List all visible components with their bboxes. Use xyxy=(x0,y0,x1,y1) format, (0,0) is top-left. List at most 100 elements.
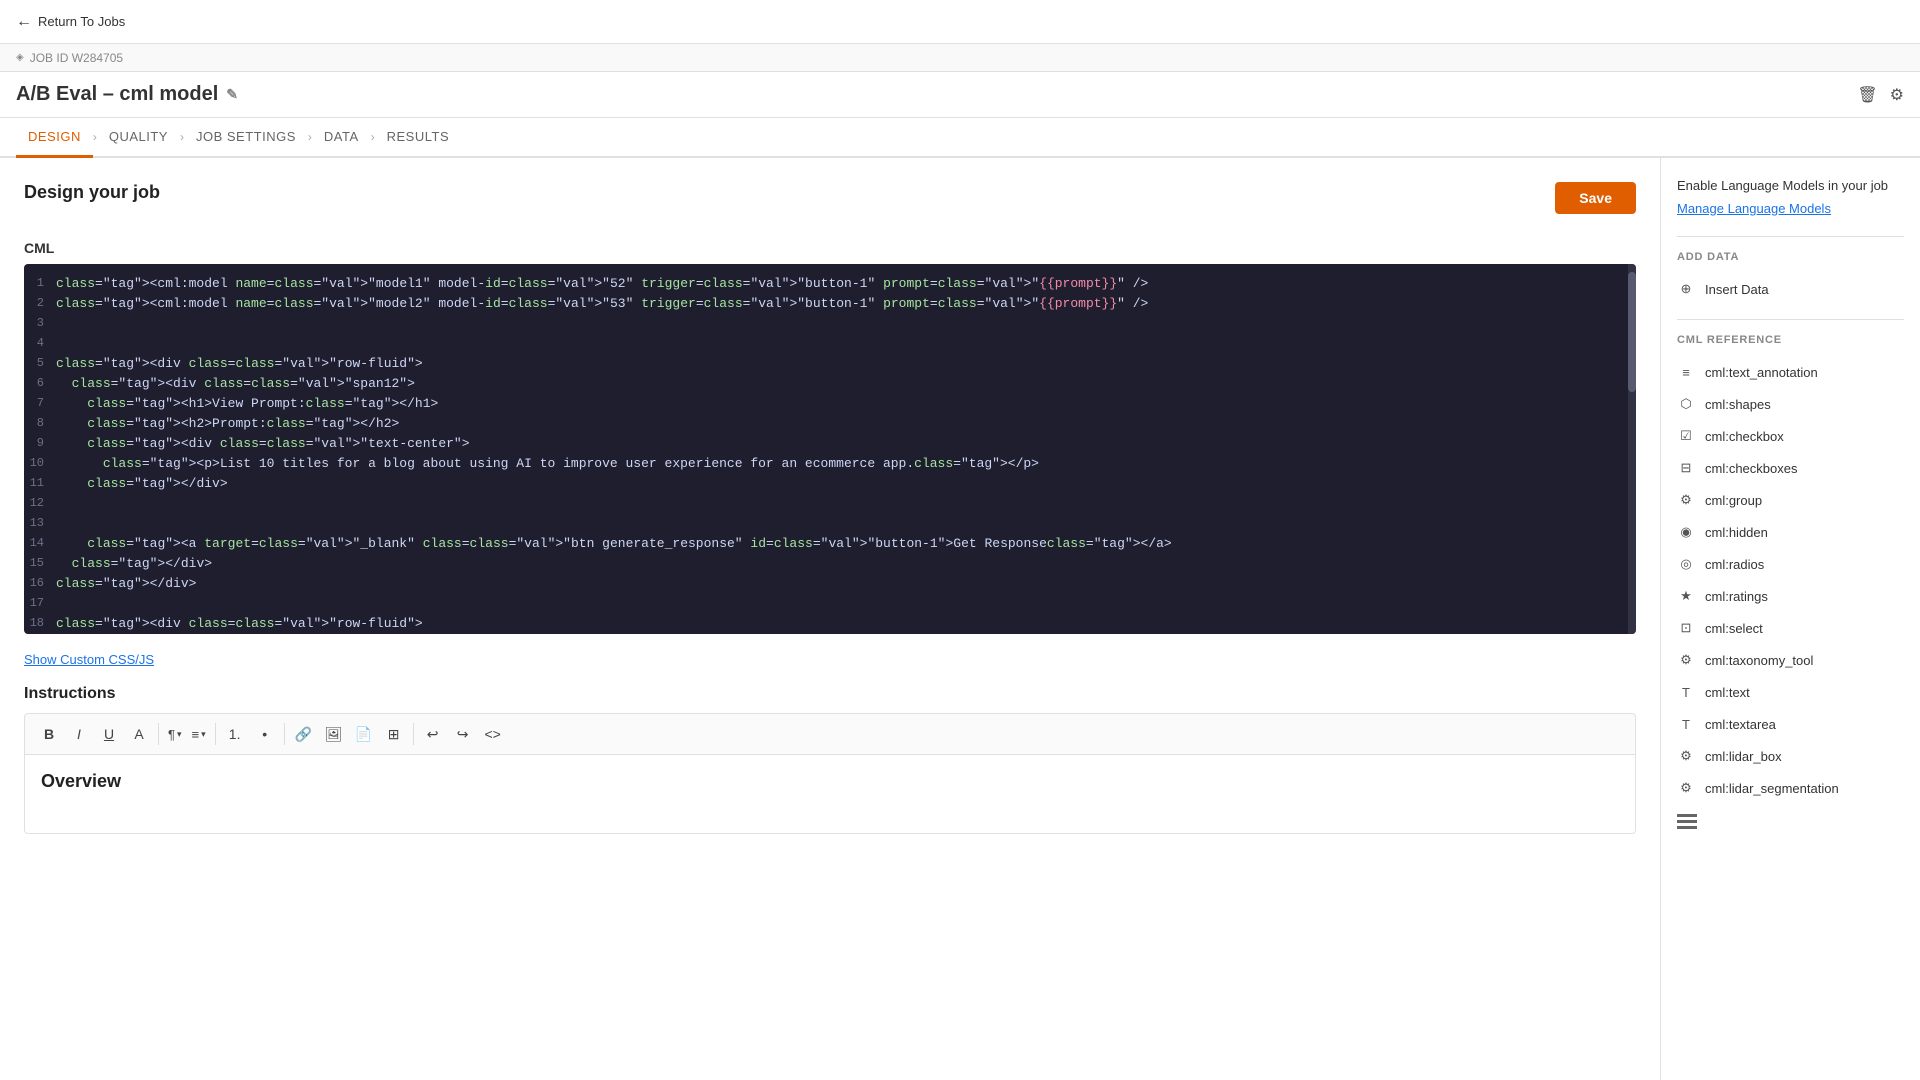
cml-ref-text[interactable]: Tcml:text xyxy=(1677,676,1904,708)
paragraph-dropdown[interactable]: ¶ ▾ xyxy=(164,720,186,748)
code-line: 14 class="tag"><a target=class="val">"_b… xyxy=(24,536,1636,556)
cml-ref-ratings[interactable]: ★cml:ratings xyxy=(1677,580,1904,612)
cml-ref-checkboxes-icon: ⊟ xyxy=(1677,459,1695,477)
line-number: 2 xyxy=(24,296,56,310)
bold-button[interactable]: B xyxy=(35,720,63,748)
underline-button[interactable]: U xyxy=(95,720,123,748)
manage-lm-link[interactable]: Manage Language Models xyxy=(1677,201,1904,216)
code-line: 10 class="tag"><p>List 10 titles for a b… xyxy=(24,456,1636,476)
cml-ref-group[interactable]: ⚙cml:group xyxy=(1677,484,1904,516)
tab-results[interactable]: RESULTS xyxy=(375,118,462,158)
job-id-label: JOB ID W284705 xyxy=(30,51,123,65)
save-button[interactable]: Save xyxy=(1555,182,1636,214)
align-dropdown[interactable]: ≡ ▾ xyxy=(188,720,210,748)
code-button[interactable]: <> xyxy=(479,720,507,748)
cml-ref-select-label: cml:select xyxy=(1705,621,1763,636)
line-content: class="tag"></div> xyxy=(56,576,1636,591)
cml-ref-radios[interactable]: ◎cml:radios xyxy=(1677,548,1904,580)
tab-design[interactable]: DESIGN xyxy=(16,118,93,158)
rich-text-content[interactable]: Overview xyxy=(24,754,1636,834)
undo-button[interactable]: ↩ xyxy=(419,720,447,748)
redo-button[interactable]: ↪ xyxy=(449,720,477,748)
line-content xyxy=(56,336,1636,351)
code-line: 7 class="tag"><h1>View Prompt:class="tag… xyxy=(24,396,1636,416)
cml-ref-shapes-label: cml:shapes xyxy=(1705,397,1771,412)
custom-css-link[interactable]: Show Custom CSS/JS xyxy=(24,652,1636,667)
line-content xyxy=(56,596,1636,611)
edit-title-icon[interactable]: ✎ xyxy=(226,86,238,103)
line-content xyxy=(56,316,1636,331)
cml-ref-textarea-icon: T xyxy=(1677,715,1695,733)
title-bar: A/B Eval – cml model ✎ 🗑 ⚙ xyxy=(0,72,1920,118)
toolbar-sep-1 xyxy=(158,723,159,745)
code-line: 5class="tag"><div class=class="val">"row… xyxy=(24,356,1636,376)
line-number: 3 xyxy=(24,316,56,330)
cml-ref-shapes[interactable]: ⬡cml:shapes xyxy=(1677,388,1904,420)
cml-ref-text-icon: T xyxy=(1677,683,1695,701)
insert-data-item[interactable]: ⊕ Insert Data xyxy=(1677,273,1904,305)
scrollbar-track[interactable] xyxy=(1628,264,1636,634)
line-content: class="tag"><p>List 10 titles for a blog… xyxy=(56,456,1636,471)
italic-button[interactable]: I xyxy=(65,720,93,748)
ordered-list-button[interactable]: 1. xyxy=(221,720,249,748)
line-content: class="tag"><div class=class="val">"row-… xyxy=(56,616,1636,631)
cml-ref-lidar_box[interactable]: ⚙cml:lidar_box xyxy=(1677,740,1904,772)
line-content: class="tag"></div> xyxy=(56,556,1636,571)
toolbar-sep-4 xyxy=(413,723,414,745)
cml-ref-checkbox[interactable]: ☑cml:checkbox xyxy=(1677,420,1904,452)
code-editor-inner[interactable]: 1class="tag"><cml:model name=class="val"… xyxy=(24,264,1636,634)
line-content: class="tag"><div class=class="val">"row-… xyxy=(56,356,1636,371)
unordered-list-button[interactable]: • xyxy=(251,720,279,748)
cml-ref-taxonomy_tool[interactable]: ⚙ cml:taxonomy_tool xyxy=(1677,644,1904,676)
link-button[interactable]: 🔗 xyxy=(290,720,318,748)
image-button[interactable]: 🖼 xyxy=(320,720,348,748)
line-content: class="tag"></div> xyxy=(56,476,1636,491)
job-id-bar: ◈ JOB ID W284705 xyxy=(0,44,1920,72)
cml-ref-select[interactable]: ⊡cml:select xyxy=(1677,612,1904,644)
tab-job-settings[interactable]: JOB SETTINGS xyxy=(184,118,308,158)
line-content: class="tag"><div class=class="val">"text… xyxy=(56,436,1636,451)
color-button[interactable]: A xyxy=(125,720,153,748)
back-link[interactable]: ← Return To Jobs xyxy=(16,13,125,31)
tab-quality[interactable]: QUALITY xyxy=(97,118,180,158)
toolbar-sep-3 xyxy=(284,723,285,745)
delete-job-icon[interactable]: 🗑 xyxy=(1857,85,1877,105)
cml-ref-taxonomy_tool-icon: ⚙ xyxy=(1677,651,1695,669)
cml-ref-taxonomy_tool-label: cml:taxonomy_tool xyxy=(1705,653,1813,668)
tab-data[interactable]: DATA xyxy=(312,118,371,158)
cml-ref-hidden-label: cml:hidden xyxy=(1705,525,1768,540)
file-button[interactable]: 📄 xyxy=(350,720,378,748)
scrollbar-thumb[interactable] xyxy=(1628,272,1636,392)
code-line: 9 class="tag"><div class=class="val">"te… xyxy=(24,436,1636,456)
insert-data-icon: ⊕ xyxy=(1677,280,1695,298)
align-chevron-icon: ▾ xyxy=(201,729,206,740)
paragraph-chevron-icon: ▾ xyxy=(177,729,182,740)
code-line: 4 xyxy=(24,336,1636,356)
cml-ref-hidden[interactable]: ◉ cml:hidden xyxy=(1677,516,1904,548)
cml-ref-text_annotation-label: cml:text_annotation xyxy=(1705,365,1818,380)
add-data-title: ADD DATA xyxy=(1677,251,1904,263)
table-button[interactable]: ⊞ xyxy=(380,720,408,748)
cml-ref-hidden-icon: ◉ xyxy=(1677,523,1695,541)
cml-ref-group-label: cml:group xyxy=(1705,493,1762,508)
page-title: A/B Eval – cml model ✎ xyxy=(16,83,238,106)
line-number: 14 xyxy=(24,536,56,550)
cml-ref-ratings-icon: ★ xyxy=(1677,587,1695,605)
cml-ref-radios-label: cml:radios xyxy=(1705,557,1764,572)
line-number: 17 xyxy=(24,596,56,610)
line-content: class="tag"><cml:model name=class="val">… xyxy=(56,276,1636,291)
cml-ref-textarea[interactable]: Tcml:textarea xyxy=(1677,708,1904,740)
cml-ref-checkboxes[interactable]: ⊟ cml:checkboxes xyxy=(1677,452,1904,484)
code-line: 1class="tag"><cml:model name=class="val"… xyxy=(24,276,1636,296)
code-line: 17 xyxy=(24,596,1636,616)
sidebar-lm-text: Enable Language Models in your job xyxy=(1677,178,1904,193)
code-editor[interactable]: 1class="tag"><cml:model name=class="val"… xyxy=(24,264,1636,634)
code-line: 12 xyxy=(24,496,1636,516)
cml-ref-text_annotation[interactable]: ≡cml:text_annotation xyxy=(1677,356,1904,388)
line-number: 16 xyxy=(24,576,56,590)
code-line: 15 class="tag"></div> xyxy=(24,556,1636,576)
cml-ref-checkboxes-label: cml:checkboxes xyxy=(1705,461,1797,476)
cml-ref-lidar_segmentation[interactable]: ⚙cml:lidar_segmentation xyxy=(1677,772,1904,804)
nav-tabs: DESIGN › QUALITY › JOB SETTINGS › DATA ›… xyxy=(0,118,1920,158)
settings-icon[interactable]: ⚙ xyxy=(1890,85,1904,105)
